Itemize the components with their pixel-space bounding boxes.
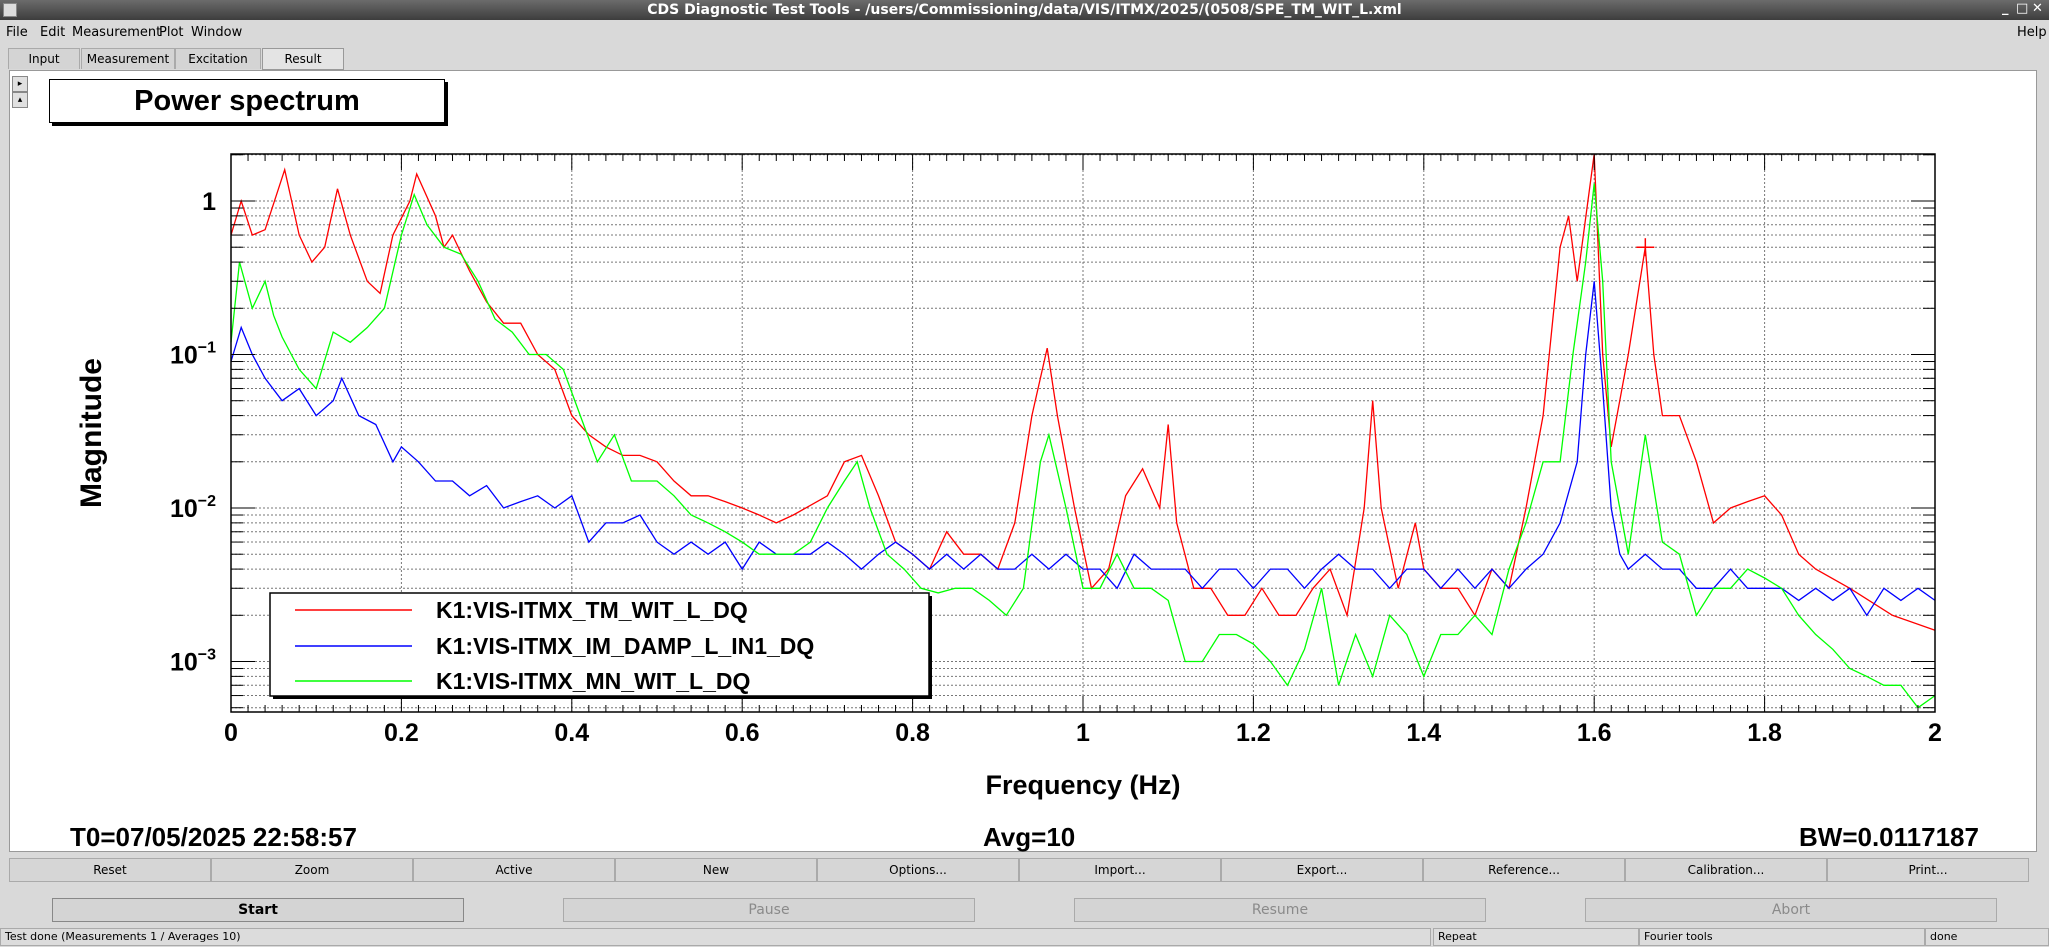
x-tick-label: 1.2 <box>1236 719 1271 747</box>
x-tick-label: 0.4 <box>554 719 589 747</box>
x-tick-label: 1.8 <box>1747 719 1782 747</box>
x-tick-label: 2 <box>1928 719 1942 747</box>
pause-button[interactable]: Pause <box>563 898 975 922</box>
x-tick-labels: 0 0.2 0.4 0.6 0.8 1 1.2 1.4 1.6 1.8 2 <box>224 719 1942 747</box>
power-spectrum-chart[interactable]: 0 0.2 0.4 0.6 0.8 1 1.2 1.4 1.6 1.8 2 1 10−1 10−2 10−… <box>0 0 2049 947</box>
status-message: Test done (Measurements 1 / Averages 10) <box>0 928 1431 946</box>
status-repeat: Repeat <box>1433 928 1639 946</box>
chart-legend: K1:VIS-ITMX_TM_WIT_L_DQ K1:VIS-ITMX_IM_D… <box>269 592 932 699</box>
reference-button[interactable]: Reference... <box>1423 858 1625 882</box>
print-button[interactable]: Print... <box>1827 858 2029 882</box>
status-mode: Fourier tools <box>1639 928 1925 946</box>
import-button[interactable]: Import... <box>1019 858 1221 882</box>
bw-readout: BW=0.0117187 <box>1799 822 1979 852</box>
x-tick-label: 1.4 <box>1406 719 1441 747</box>
calibration-button[interactable]: Calibration... <box>1625 858 1827 882</box>
x-tick-label: 0 <box>224 719 238 747</box>
legend-label-mn-wit: K1:VIS-ITMX_MN_WIT_L_DQ <box>436 668 750 694</box>
status-bar: Test done (Measurements 1 / Averages 10)… <box>0 928 2049 946</box>
y-tick-label: 1 <box>202 188 216 216</box>
y-tick-label: 10−2 <box>170 493 216 523</box>
x-axis-label: Frequency (Hz) <box>985 770 1180 800</box>
reset-button[interactable]: Reset <box>9 858 211 882</box>
x-tick-label: 0.2 <box>384 719 419 747</box>
abort-button[interactable]: Abort <box>1585 898 1997 922</box>
plot-button-row: Reset Zoom Active New Options... Import.… <box>9 858 2041 882</box>
export-button[interactable]: Export... <box>1221 858 1423 882</box>
x-tick-label: 0.8 <box>895 719 930 747</box>
new-button[interactable]: New <box>615 858 817 882</box>
y-tick-label: 10−3 <box>170 647 216 677</box>
y-axis-label: Magnitude <box>75 358 108 508</box>
start-button[interactable]: Start <box>52 898 464 922</box>
t0-readout: T0=07/05/2025 22:58:57 <box>70 822 357 852</box>
legend-label-im-damp: K1:VIS-ITMX_IM_DAMP_L_IN1_DQ <box>436 633 814 659</box>
active-button[interactable]: Active <box>413 858 615 882</box>
zoom-button[interactable]: Zoom <box>211 858 413 882</box>
run-control-row: Start Pause Resume Abort <box>0 898 2049 924</box>
avg-readout: Avg=10 <box>983 822 1076 852</box>
options-button[interactable]: Options... <box>817 858 1019 882</box>
x-tick-label: 1 <box>1076 719 1090 747</box>
legend-label-tm-wit: K1:VIS-ITMX_TM_WIT_L_DQ <box>436 597 748 623</box>
x-tick-label: 0.6 <box>725 719 760 747</box>
y-tick-label: 10−1 <box>170 340 216 370</box>
x-tick-label: 1.6 <box>1577 719 1612 747</box>
resume-button[interactable]: Resume <box>1074 898 1486 922</box>
status-state: done <box>1925 928 2049 946</box>
y-tick-labels: 1 10−1 10−2 10−3 <box>170 188 216 677</box>
